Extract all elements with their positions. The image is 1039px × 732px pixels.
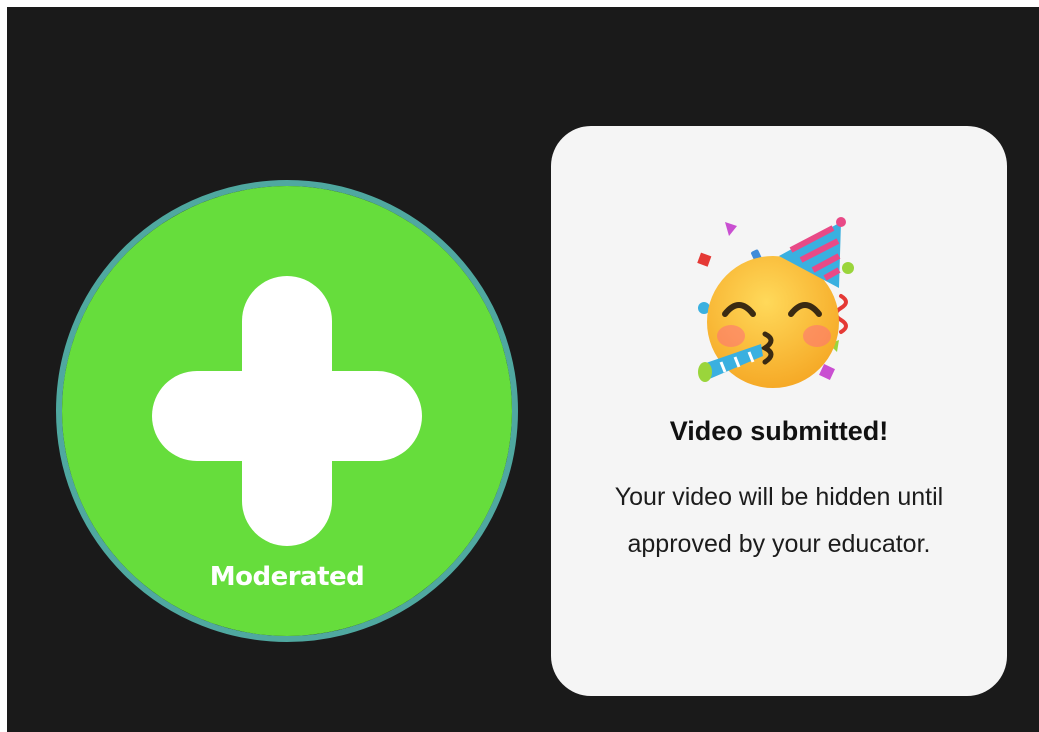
card-message: Your video will be hidden until approved… [614, 483, 944, 558]
moderated-label: Moderated [209, 562, 365, 592]
plus-icon-horizontal [152, 371, 422, 461]
app-canvas: Moderated Video submitted! Your video wi… [7, 7, 1039, 732]
record-button[interactable]: Moderated [56, 180, 518, 642]
video-submitted-card: Video submitted! Your video will be hidd… [551, 126, 1007, 696]
card-title: Video submitted! [669, 416, 889, 446]
party-face-icon [697, 217, 854, 388]
